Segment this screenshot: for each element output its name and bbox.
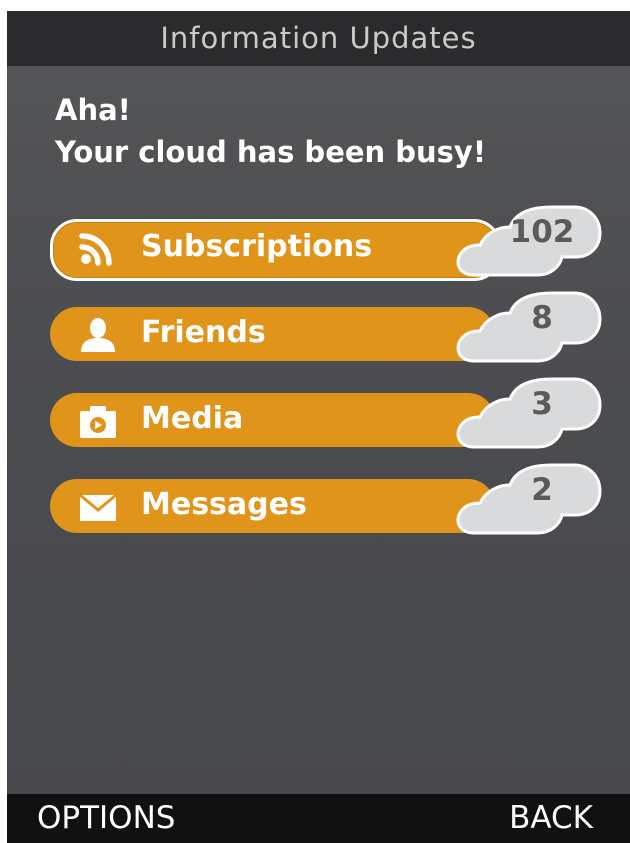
list-item-label: Messages [141,487,307,522]
options-softkey[interactable]: OPTIONS [37,796,175,840]
page-title: Information Updates [160,21,477,55]
item-count-badge: 2 [531,472,553,508]
headline-line-1: Aha! [55,93,131,127]
headline-line-2: Your cloud has been busy! [55,135,487,169]
softkey-bar: OPTIONS BACK [7,794,630,843]
item-count-badge: 3 [531,386,553,422]
list-item-friends[interactable]: Friends 8 [50,291,602,363]
list-item-label: Subscriptions [141,229,373,264]
headline: Aha! Your cloud has been busy! [55,89,486,173]
title-bar: Information Updates [7,11,630,66]
list-item-subscriptions[interactable]: Subscriptions 102 [50,205,602,281]
screen: Information Updates Aha! Your cloud has … [7,11,630,843]
envelope-icon [78,489,118,525]
item-count-badge: 102 [509,214,575,250]
list-item-media[interactable]: Media 3 [50,377,602,449]
list-item-label: Media [141,401,244,436]
camera-icon [78,403,118,439]
list-item-label: Friends [141,315,266,350]
person-icon [78,317,118,353]
back-softkey[interactable]: BACK [509,796,593,840]
rss-icon [78,231,118,267]
item-count-badge: 8 [531,300,553,336]
list-item-messages[interactable]: Messages 2 [50,463,602,535]
